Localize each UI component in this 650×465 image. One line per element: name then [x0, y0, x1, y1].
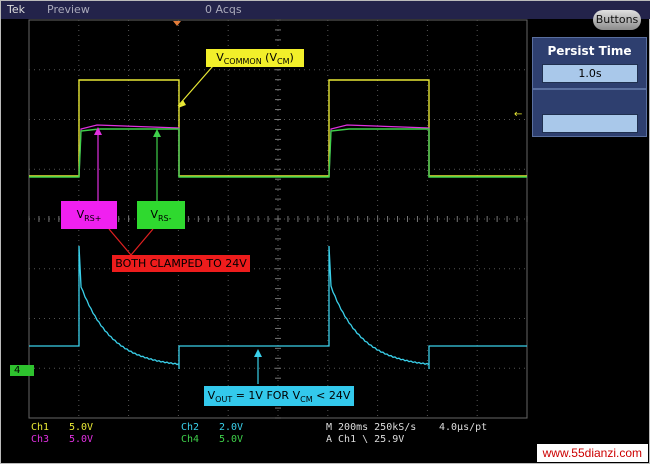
- ch2-name: Ch2: [181, 422, 200, 433]
- vcommon-label: VCOMMON (VCM): [206, 49, 304, 67]
- ch4-ground-marker[interactable]: 4: [10, 365, 34, 376]
- timebase-label: M 200ms 250kS/s: [326, 422, 417, 433]
- vout-arrowhead: [254, 349, 262, 357]
- vrs-minus-label: VRS-: [137, 201, 185, 229]
- clamp-arrow-left: [108, 228, 132, 256]
- trigger-position-icon: [173, 21, 181, 26]
- empty-softkey-value[interactable]: [542, 114, 638, 133]
- clamp-arrow-right: [130, 228, 154, 256]
- ch2-scale: 2.0V: [219, 422, 244, 433]
- persist-time-title: Persist Time: [547, 44, 632, 58]
- ch4-name: Ch4: [181, 434, 200, 445]
- sample-interval: 4.0µs/pt: [439, 422, 488, 433]
- ch1-scale: 5.0V: [69, 422, 94, 433]
- vout-label: VOUT = 1V FOR VCM < 24V: [204, 386, 354, 406]
- vcm-arrow: [177, 65, 214, 107]
- ch3-scale: 5.0V: [69, 434, 94, 445]
- empty-softkey-panel[interactable]: [532, 89, 647, 137]
- persist-time-value[interactable]: 1.0s: [542, 64, 638, 83]
- ch1-name: Ch1: [31, 422, 50, 433]
- vrs-plus-label: VRS+: [61, 201, 117, 229]
- clamped-label: BOTH CLAMPED TO 24V: [112, 255, 250, 272]
- vrs-plus-arrowhead: [94, 127, 102, 135]
- watermark: www.55dianzi.com: [536, 444, 648, 462]
- ch4-scale: 5.0V: [219, 434, 244, 445]
- ch4-trace: [29, 128, 527, 178]
- vrs-minus-arrowhead: [153, 129, 161, 137]
- ch1-trace: [29, 79, 527, 177]
- trigger-level-icon: ←: [514, 109, 522, 120]
- ch3-name: Ch3: [31, 434, 50, 445]
- trigger-readout: A Ch1 \ 25.9V: [326, 434, 405, 445]
- oscilloscope-screen: Tek Preview 0 Acqs Buttons ← VCOMMON (VC…: [0, 0, 650, 464]
- ch3-trace: [78, 124, 430, 177]
- persist-time-panel[interactable]: Persist Time 1.0s: [532, 37, 647, 89]
